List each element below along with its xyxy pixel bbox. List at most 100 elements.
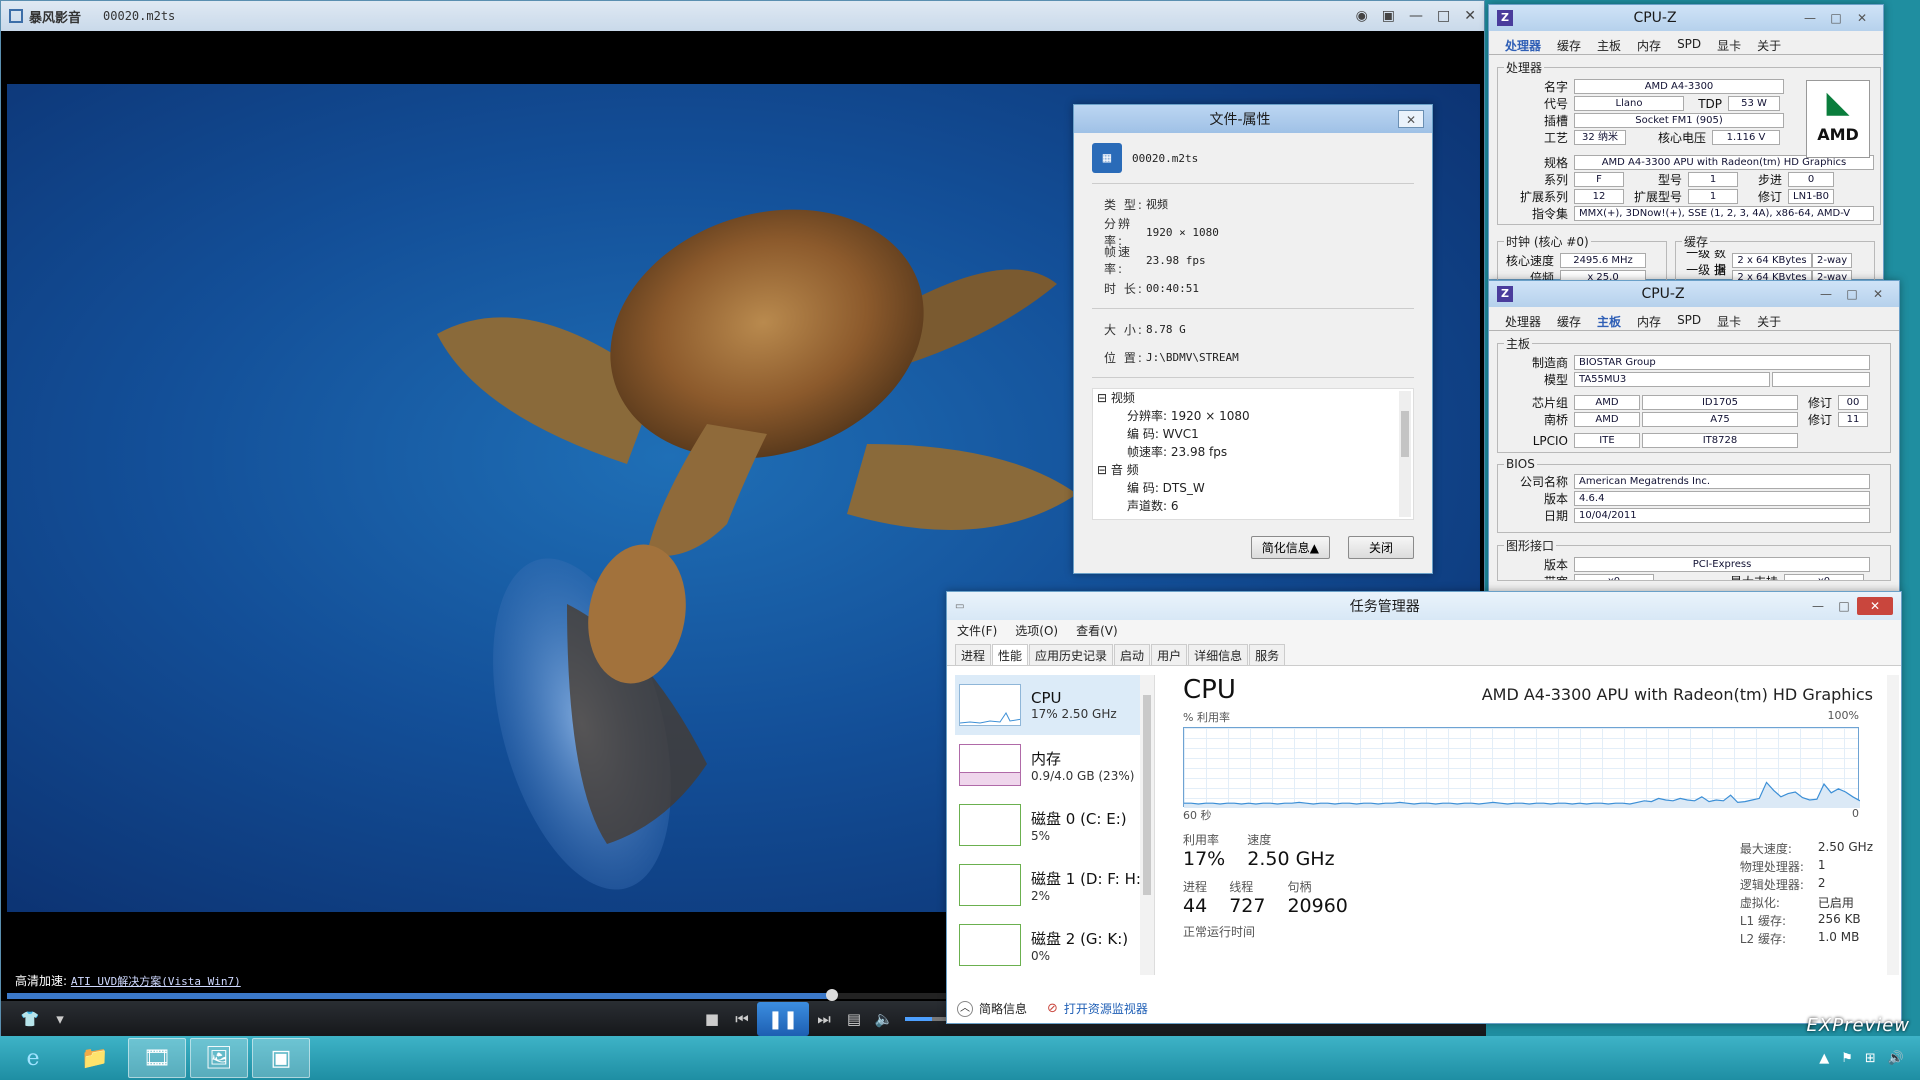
tree-group[interactable]: ⊟ 视频 (1097, 389, 1413, 407)
tray-network-icon[interactable]: ⊞ (1865, 1051, 1876, 1066)
cpuz-tab[interactable]: 内存 (1629, 311, 1669, 330)
detail-scrollbar[interactable] (1887, 675, 1899, 975)
l1i-label: 一级 指令 (1686, 262, 1726, 281)
props-row: 位 置: J:\BDMV\STREAM (1104, 343, 1402, 371)
hw-accel-link[interactable]: ATI UVD解决方案(Vista Win7) (71, 975, 241, 988)
simplify-info-button[interactable]: 简化信息▲ (1250, 536, 1330, 559)
resource-scroll-thumb[interactable] (1143, 695, 1151, 895)
stop-icon[interactable]: ■ (697, 1010, 727, 1028)
utilization-max: 100% (1827, 709, 1859, 722)
resource-item[interactable]: 磁盘 0 (C: E:) 5% (955, 795, 1154, 855)
cpuz-tab[interactable]: 主板 (1589, 311, 1629, 330)
close-icon[interactable]: ✕ (1464, 8, 1476, 24)
minimize-icon[interactable]: — (1813, 285, 1839, 303)
cpuz-tab[interactable]: 主板 (1589, 35, 1629, 54)
resource-item[interactable]: 磁盘 2 (G: K:) 0% (955, 915, 1154, 975)
cpuz-tab[interactable]: SPD (1669, 35, 1709, 54)
close-icon[interactable]: ✕ (1857, 597, 1893, 615)
menu-item[interactable]: 文件(F) (957, 622, 997, 639)
eye-icon[interactable]: ◉ (1356, 8, 1368, 24)
taskmgr-tab[interactable]: 启动 (1114, 644, 1151, 665)
close-icon[interactable]: ✕ (1865, 285, 1891, 303)
cpuz-tab[interactable]: SPD (1669, 311, 1709, 330)
props-close-icon[interactable]: ✕ (1398, 110, 1424, 128)
open-resource-monitor-link[interactable]: 打开资源监视器 (1064, 1000, 1148, 1017)
cpuz-tab[interactable]: 关于 (1749, 311, 1789, 330)
taskmgr-tab[interactable]: 性能 (992, 644, 1029, 665)
cpuz-tab[interactable]: 缓存 (1549, 35, 1589, 54)
resource-item[interactable]: CPU 17% 2.50 GHz (955, 675, 1154, 735)
resource-item[interactable]: 内存 0.9/4.0 GB (23%) (955, 735, 1154, 795)
next-icon[interactable]: ⏭ (809, 1010, 839, 1028)
maximize-icon[interactable]: □ (1437, 8, 1450, 24)
mini-mode-icon[interactable]: ▣ (1382, 8, 1395, 24)
player-titlebar[interactable]: 暴风影音 00020.m2ts ◉ ▣ — □ ✕ (1, 1, 1484, 31)
taskmgr-tab[interactable]: 详细信息 (1188, 644, 1249, 665)
props-row: 帧速率: 23.98 fps (1104, 245, 1402, 276)
cpuz-tab[interactable]: 处理器 (1497, 311, 1549, 330)
props-row-label: 时 长: (1104, 281, 1144, 296)
maximize-icon[interactable]: □ (1839, 285, 1865, 303)
menu-item[interactable]: 选项(O) (1015, 622, 1058, 639)
ie-taskbar-icon[interactable]: e (4, 1038, 62, 1078)
close-icon[interactable]: ✕ (1849, 9, 1875, 27)
taskmgr-tab[interactable]: 应用历史记录 (1029, 644, 1114, 665)
player-taskbar-icon[interactable]: 🎞 (128, 1038, 186, 1078)
cpuz-tab[interactable]: 显卡 (1709, 35, 1749, 54)
cpuz-tab[interactable]: 处理器 (1497, 35, 1549, 54)
ext-family-label: 扩展系列 (1519, 190, 1568, 204)
resource-thumbnail (959, 684, 1021, 726)
photo-taskbar-icon[interactable]: 🖼 (190, 1038, 248, 1078)
props-file-name: 00020.m2ts (1132, 151, 1199, 165)
cpu-name-label: 名字 (1543, 80, 1568, 94)
skin-menu-icon[interactable]: 👕 (15, 1010, 45, 1028)
pause-button[interactable]: ❚❚ (757, 1002, 809, 1036)
resource-thumbnail (959, 864, 1021, 906)
tray-up-arrow-icon[interactable]: ▲ (1819, 1051, 1829, 1066)
skin-dropdown-icon[interactable]: ▾ (45, 1010, 75, 1028)
tray-flag-icon[interactable]: ⚑ (1841, 1051, 1853, 1066)
cpuz1-titlebar[interactable]: Z CPU-Z — □ ✕ (1489, 5, 1883, 31)
cpuz-tab[interactable]: 内存 (1629, 35, 1669, 54)
gfx-version-value: PCI-Express (1574, 557, 1870, 572)
cpuz-tab[interactable]: 关于 (1749, 35, 1789, 54)
taskmgr-tab[interactable]: 进程 (955, 644, 992, 665)
tree-scroll-thumb[interactable] (1401, 411, 1409, 457)
cpuz-tab[interactable]: 显卡 (1709, 311, 1749, 330)
volume-icon[interactable]: 🔈 (869, 1010, 899, 1028)
socket-label: 插槽 (1543, 114, 1568, 128)
minimize-icon[interactable]: — (1797, 9, 1823, 27)
stat-block: 线程 727 (1229, 878, 1265, 917)
ext-model-label: 扩展型号 (1633, 190, 1682, 204)
cpuz-tab[interactable]: 缓存 (1549, 311, 1589, 330)
minimize-icon[interactable]: — (1805, 597, 1831, 615)
cpuz2-titlebar[interactable]: Z CPU-Z — □ ✕ (1489, 281, 1899, 307)
fewer-details-button[interactable]: ︿ 简略信息 (957, 1000, 1027, 1017)
resource-usage: 0% (1031, 948, 1051, 963)
taskmgr-tab[interactable]: 用户 (1151, 644, 1188, 665)
props-stream-tree[interactable]: ⊟ 视频 分辨率: 1920 × 1080 编 码: WVC1 帧速率: 23.98 … (1092, 388, 1414, 520)
tree-group[interactable]: ⊟ 音 频 (1097, 461, 1413, 479)
props-titlebar[interactable]: 文件-属性 ✕ (1074, 105, 1432, 133)
tray-volume-icon[interactable]: 🔊 (1888, 1051, 1904, 1066)
board-model-label: 模型 (1543, 373, 1568, 387)
seek-handle[interactable] (825, 989, 838, 1001)
resource-list-scrollbar[interactable] (1140, 675, 1154, 975)
maximize-icon[interactable]: □ (1823, 9, 1849, 27)
resource-item[interactable]: 磁盘 1 (D: F: H: 2% (955, 855, 1154, 915)
resource-name: 内存 (1031, 749, 1062, 768)
explorer-taskbar-icon[interactable]: 📁 (66, 1038, 124, 1078)
close-button[interactable]: 关闭 (1348, 536, 1414, 559)
prev-icon[interactable]: ⏮ (727, 1010, 757, 1028)
maximize-icon[interactable]: □ (1831, 597, 1857, 615)
taskmgr-tab[interactable]: 服务 (1249, 644, 1286, 665)
menu-item[interactable]: 查看(V) (1076, 622, 1118, 639)
cpuz-taskbar-icon[interactable]: ▣ (252, 1038, 310, 1078)
watermark-text: EXP (1806, 1015, 1845, 1036)
tree-scrollbar[interactable] (1399, 391, 1411, 517)
playlist-icon[interactable]: ▤ (839, 1010, 869, 1028)
stat-block: 句柄 20960 (1287, 878, 1347, 917)
taskmgr-titlebar[interactable]: ▭ 任务管理器 — □ ✕ (947, 592, 1901, 620)
minimize-icon[interactable]: — (1409, 8, 1423, 24)
stat-block: 利用率 17% (1183, 831, 1225, 870)
